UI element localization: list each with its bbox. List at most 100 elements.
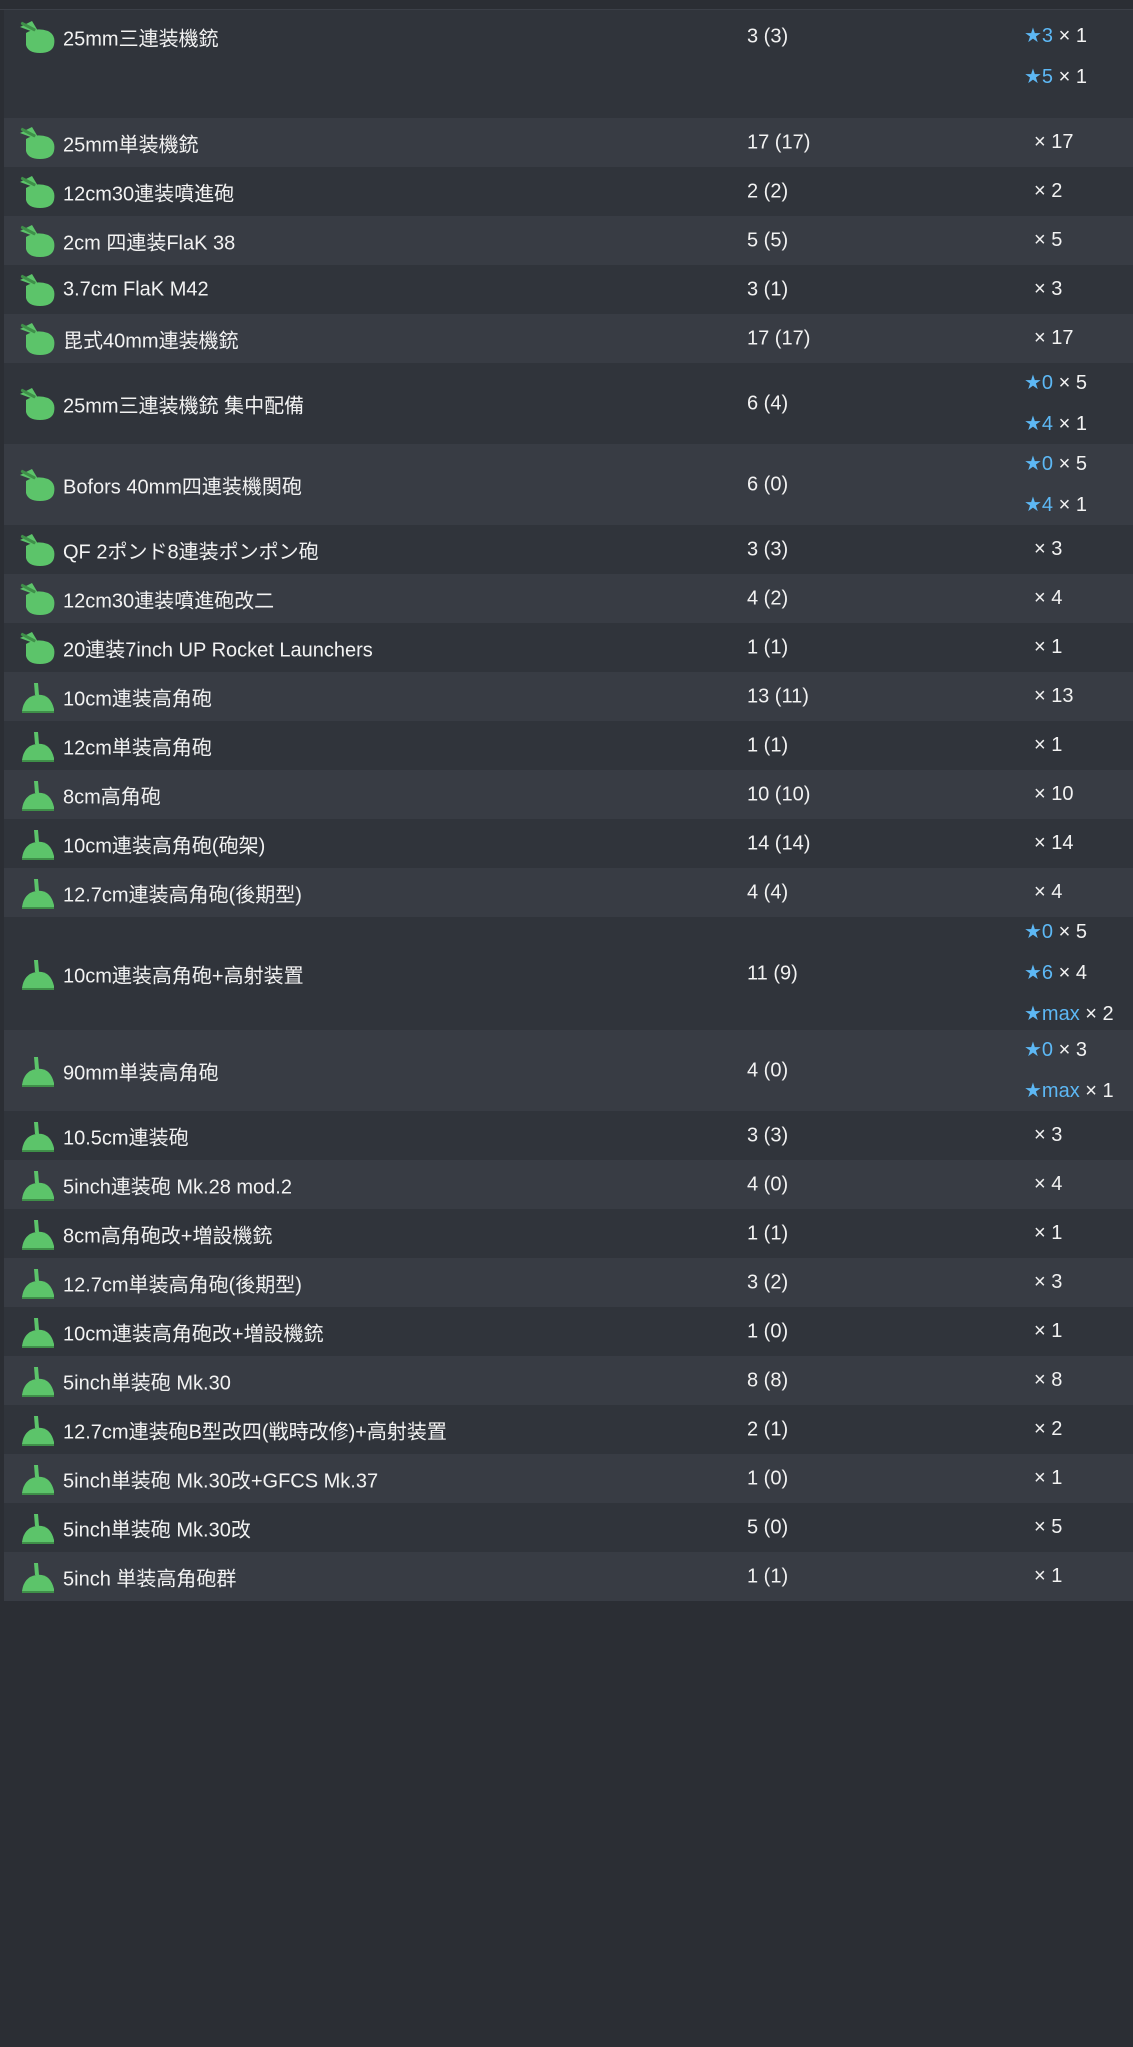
table-row: 12.7cm単装高角砲(後期型) 3 (2) × 3 xyxy=(4,1258,1133,1307)
improvement-entry: × 17 xyxy=(1024,122,1073,163)
improvement-level: ★max xyxy=(1024,1003,1080,1025)
equipment-name: 5inch単装砲 Mk.30改 xyxy=(63,1519,251,1541)
improvement-qty: × 17 xyxy=(1034,327,1074,349)
table-row: 10.5cm連装砲 3 (3) × 3 xyxy=(4,1111,1133,1160)
improvement-qty: × 1 xyxy=(1058,493,1087,516)
improvement-list: × 4 xyxy=(1024,872,1062,913)
equipment-name: 12.7cm連装砲B型改四(戦時改修)+高射装置 xyxy=(63,1421,447,1443)
improvement-list: × 3 xyxy=(1024,1262,1062,1303)
table-row: 2cm 四連装FlaK 38 5 (5) × 5 xyxy=(4,216,1133,265)
ha-gun-icon xyxy=(18,1118,58,1154)
equipment-count: 13 (11) xyxy=(747,685,809,707)
improvement-entry: ★4 × 1 xyxy=(1024,404,1087,445)
table-row: 12.7cm連装砲B型改四(戦時改修)+高射装置 2 (1) × 2 xyxy=(4,1405,1133,1454)
table-row: 毘式40mm連装機銃 17 (17) × 17 xyxy=(4,314,1133,363)
table-row: 8cm高角砲 10 (10) × 10 xyxy=(4,770,1133,819)
improvement-entry: ★3 × 1 xyxy=(1024,16,1087,57)
improvement-list: × 3 xyxy=(1024,1115,1062,1156)
equipment-name: 毘式40mm連装機銃 xyxy=(63,330,239,352)
table-row: 12cm30連装噴進砲 2 (2) × 2 xyxy=(4,167,1133,216)
ha-gun-icon xyxy=(18,1216,58,1252)
aa-gun-icon xyxy=(18,532,58,568)
ha-gun-icon xyxy=(18,956,58,992)
improvement-list: × 3 xyxy=(1024,269,1062,310)
improvement-list: × 3 xyxy=(1024,529,1062,570)
improvement-entry: × 2 xyxy=(1024,171,1062,212)
equipment-count: 4 (0) xyxy=(747,1059,789,1081)
improvement-entry: ★0 × 5 xyxy=(1024,363,1087,404)
table-row: Bofors 40mm四連装機関砲 6 (0) ★0 × 5 ★4 × 1 xyxy=(4,444,1133,525)
improvement-entry: × 1 xyxy=(1024,627,1062,668)
equipment-name: QF 2ポンド8連装ポンポン砲 xyxy=(63,541,319,563)
improvement-list: × 1 xyxy=(1024,1458,1062,1499)
improvement-qty: × 3 xyxy=(1058,1038,1087,1061)
improvement-qty: × 17 xyxy=(1034,131,1074,153)
aa-gun-icon xyxy=(18,272,58,308)
improvement-level: ★4 xyxy=(1024,493,1054,516)
improvement-qty: × 5 xyxy=(1058,371,1087,394)
improvement-qty: × 13 xyxy=(1034,685,1074,707)
improvement-entry: × 1 xyxy=(1024,1556,1062,1597)
equipment-name: 10cm連装高角砲改+増設機銃 xyxy=(63,1323,324,1345)
table-row: 12cm30連装噴進砲改二 4 (2) × 4 xyxy=(4,574,1133,623)
improvement-level: ★max xyxy=(1024,1079,1080,1102)
equipment-count: 1 (1) xyxy=(747,636,789,658)
improvement-entry: × 1 xyxy=(1024,1311,1062,1352)
ha-gun-icon xyxy=(18,679,58,715)
equipment-name: 25mm単装機銃 xyxy=(63,134,199,156)
improvement-qty: × 5 xyxy=(1058,921,1087,943)
improvement-qty: × 1 xyxy=(1034,636,1063,658)
equipment-rows: 25mm三連装機銃 3 (3) ★3 × 1 ★5 × 1 25mm単装機銃 17 (17… xyxy=(0,10,1133,1601)
equipment-count: 2 (2) xyxy=(747,180,789,202)
improvement-entry: ★max × 1 xyxy=(1024,1071,1114,1112)
improvement-qty: × 1 xyxy=(1058,66,1087,88)
improvement-qty: × 14 xyxy=(1034,832,1074,854)
table-row: QF 2ポンド8連装ポンポン砲 3 (3) × 3 xyxy=(4,525,1133,574)
improvement-entry: × 5 xyxy=(1024,220,1062,261)
equipment-name: 10cm連装高角砲+高射装置 xyxy=(63,965,304,987)
improvement-qty: × 3 xyxy=(1034,538,1063,560)
improvement-list: × 17 xyxy=(1024,122,1073,163)
equipment-name: 10.5cm連装砲 xyxy=(63,1127,189,1149)
aa-gun-icon xyxy=(18,174,58,210)
improvement-level: ★0 xyxy=(1024,371,1054,394)
improvement-entry: × 3 xyxy=(1024,269,1062,310)
improvement-entry: ★0 × 3 xyxy=(1024,1030,1114,1071)
aa-gun-icon xyxy=(18,321,58,357)
improvement-entry: × 14 xyxy=(1024,823,1073,864)
equipment-count: 17 (17) xyxy=(747,131,811,153)
equipment-name: 12.7cm単装高角砲(後期型) xyxy=(63,1274,302,1296)
improvement-list: × 1 xyxy=(1024,1213,1062,1254)
equipment-name: 10cm連装高角砲(砲架) xyxy=(63,835,266,857)
equipment-name: 8cm高角砲 xyxy=(63,786,161,808)
aa-gun-icon xyxy=(18,386,58,422)
improvement-level: ★0 xyxy=(1024,452,1054,475)
equipment-count: 3 (3) xyxy=(747,25,789,48)
equipment-count: 14 (14) xyxy=(747,832,811,854)
improvement-list: × 1 xyxy=(1024,627,1062,668)
improvement-qty: × 2 xyxy=(1034,1418,1063,1440)
table-row: 5inch 単装高角砲群 1 (1) × 1 xyxy=(4,1552,1133,1601)
table-row: 5inch単装砲 Mk.30改+GFCS Mk.37 1 (0) × 1 xyxy=(4,1454,1133,1503)
table-row: 5inch単装砲 Mk.30 8 (8) × 8 xyxy=(4,1356,1133,1405)
improvement-list: ★0 × 5 ★6 × 4 ★max × 2 xyxy=(1024,912,1114,1035)
improvement-qty: × 3 xyxy=(1034,1271,1063,1293)
table-row: 3.7cm FlaK M42 3 (1) × 3 xyxy=(4,265,1133,314)
ha-gun-icon xyxy=(18,777,58,813)
equipment-name: 12cm30連装噴進砲改二 xyxy=(63,590,275,612)
table-row: 10cm連装高角砲(砲架) 14 (14) × 14 xyxy=(4,819,1133,868)
improvement-qty: × 1 xyxy=(1058,25,1087,47)
improvement-qty: × 1 xyxy=(1034,1565,1063,1587)
aa-gun-icon xyxy=(18,581,58,617)
improvement-qty: × 1 xyxy=(1058,412,1087,435)
equipment-count: 4 (0) xyxy=(747,1173,789,1195)
equipment-count: 1 (1) xyxy=(747,1565,789,1587)
table-row: 10cm連装高角砲改+増設機銃 1 (0) × 1 xyxy=(4,1307,1133,1356)
improvement-entry: ★0 × 5 xyxy=(1024,912,1114,953)
improvement-entry: × 10 xyxy=(1024,774,1073,815)
table-row: 25mm単装機銃 17 (17) × 17 xyxy=(4,118,1133,167)
improvement-entry: × 1 xyxy=(1024,1213,1062,1254)
improvement-level: ★5 xyxy=(1024,66,1054,88)
improvement-list: × 1 xyxy=(1024,725,1062,766)
improvement-qty: × 5 xyxy=(1058,452,1087,475)
